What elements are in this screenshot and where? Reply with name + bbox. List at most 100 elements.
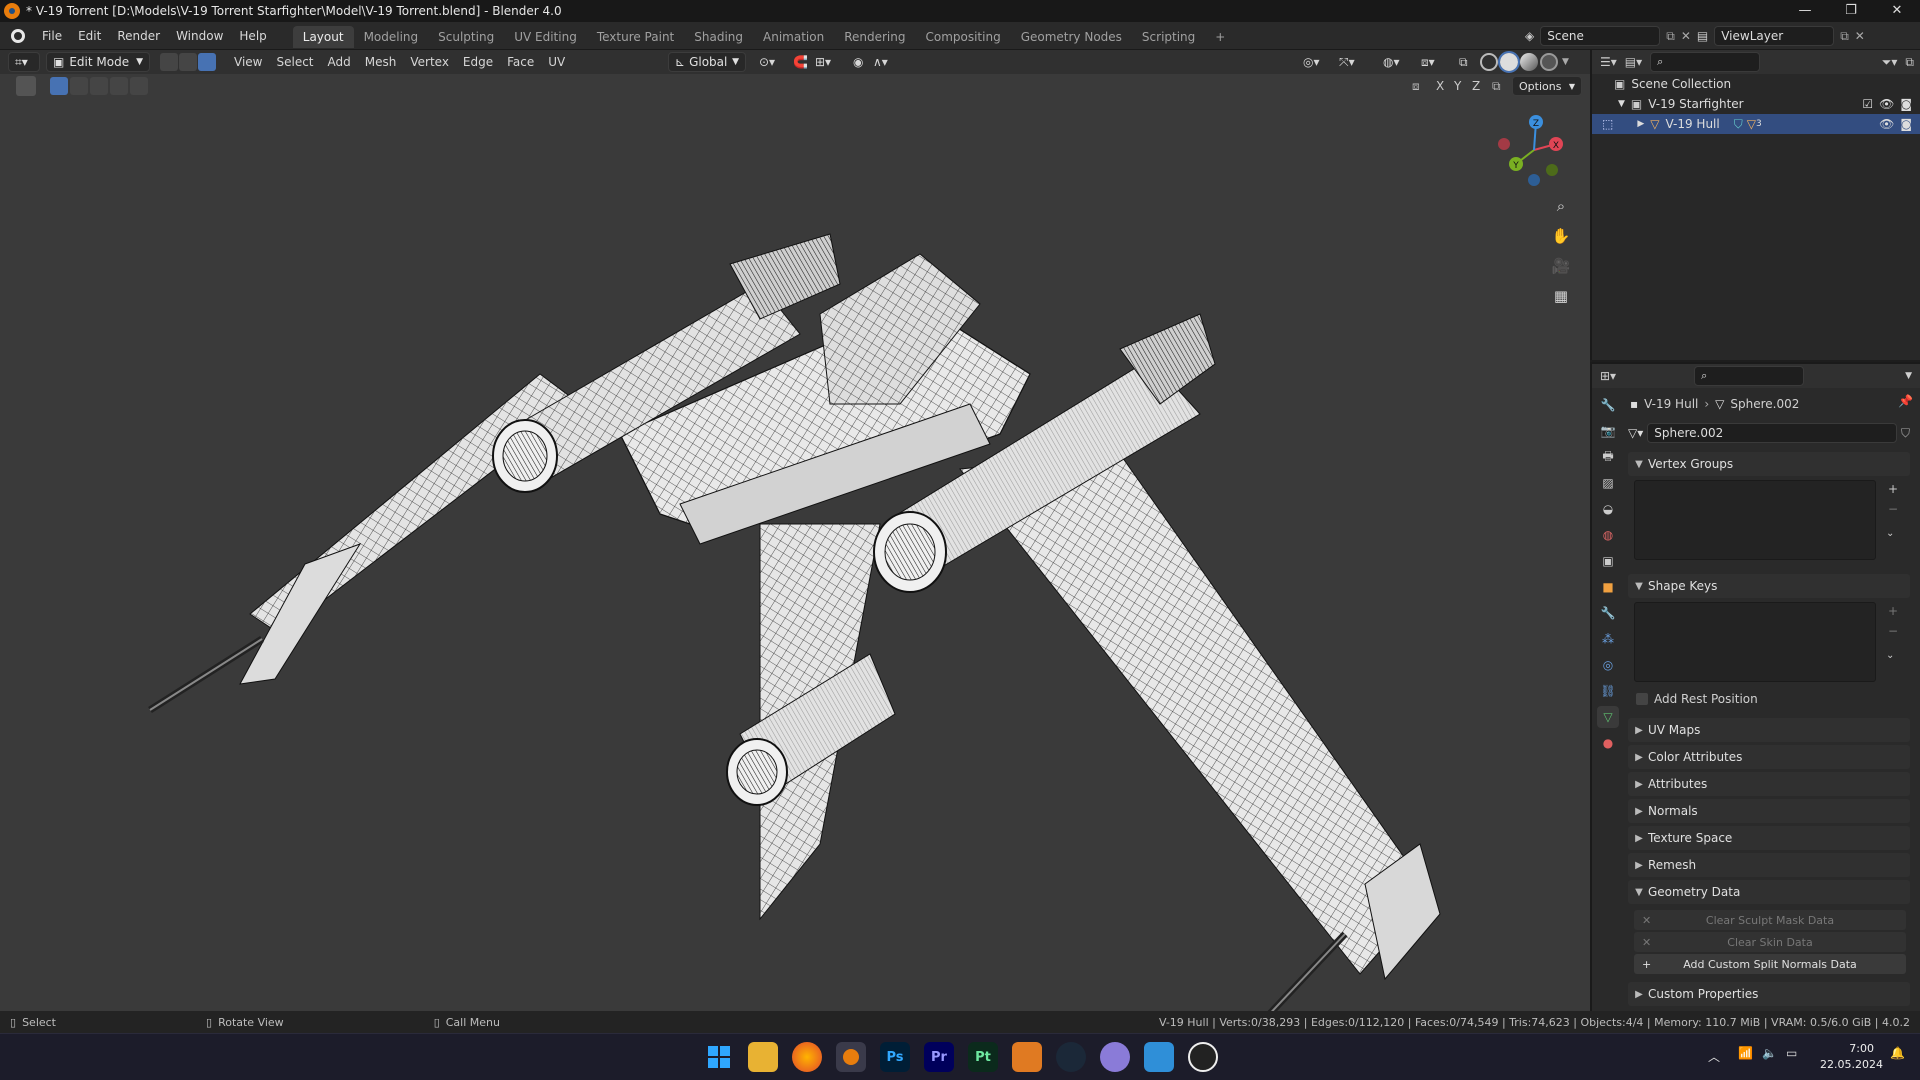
add-vertex-group-icon[interactable]: + [1888, 482, 1898, 496]
remove-shape-key-icon[interactable]: − [1888, 624, 1898, 638]
view-layer-tab-icon[interactable]: ▨ [1597, 472, 1619, 494]
menu-file[interactable]: File [34, 22, 70, 50]
photoshop-icon[interactable]: Ps [880, 1042, 910, 1072]
remove-vertex-group-icon[interactable]: − [1888, 502, 1898, 516]
normals-panel[interactable]: ▶ Normals [1628, 799, 1910, 823]
chevron-up-icon[interactable]: ︿ [1708, 1048, 1720, 1065]
viewlayer-field[interactable]: ViewLayer [1714, 26, 1835, 46]
media-player-icon[interactable] [1188, 1042, 1218, 1072]
new-collection-icon[interactable]: ⧉ [1905, 55, 1914, 70]
render-tab-icon[interactable]: 📷 [1597, 420, 1619, 442]
custom-properties-panel[interactable]: ▶ Custom Properties [1628, 982, 1910, 1006]
shape-key-menu-icon[interactable]: ⌄ [1886, 650, 1894, 661]
pan-hand-icon[interactable]: ✋ [1548, 223, 1574, 249]
uv-maps-panel[interactable]: ▶ UV Maps [1628, 718, 1910, 742]
gizmo-neg-x-icon[interactable] [1498, 138, 1510, 150]
mode-invert-icon[interactable] [110, 77, 128, 95]
mirror-y-toggle[interactable]: Y [1454, 79, 1461, 93]
eye-icon[interactable]: 👁 [1879, 97, 1894, 111]
pivot-point-icon[interactable]: ⊙▾ [752, 50, 782, 74]
firefox-icon[interactable] [792, 1042, 822, 1072]
add-workspace-button[interactable]: + [1205, 26, 1235, 48]
app-c-icon[interactable] [1100, 1042, 1130, 1072]
notification-icon[interactable]: 🔔 [1890, 1046, 1905, 1060]
visibility-icon[interactable]: ◎▾ [1296, 50, 1327, 74]
color-attributes-panel[interactable]: ▶ Color Attributes [1628, 745, 1910, 769]
material-tab-icon[interactable]: ● [1597, 732, 1619, 754]
mode-selector[interactable]: ▣ Edit Mode ▼ [46, 52, 150, 72]
volume-icon[interactable]: 🔈 [1762, 1046, 1777, 1060]
gizmo-neg-z-icon[interactable] [1528, 174, 1540, 186]
mode-intersect-icon[interactable] [130, 77, 148, 95]
xray-icon[interactable]: ⧉ [1452, 50, 1475, 74]
wifi-icon[interactable]: 📶 [1738, 1046, 1753, 1060]
tab-scripting[interactable]: Scripting [1132, 26, 1205, 48]
scene-tab-icon[interactable]: ◒ [1597, 498, 1619, 520]
snap-target-icon[interactable]: ⊞▾ [808, 50, 838, 74]
vertex-groups-list[interactable] [1634, 480, 1876, 560]
tab-compositing[interactable]: Compositing [915, 26, 1010, 48]
tab-layout[interactable]: Layout [292, 26, 354, 48]
filter-icon[interactable]: ⏷▾ [1882, 55, 1898, 70]
overlays-icon[interactable]: ◍▾ [1376, 50, 1407, 74]
remesh-panel[interactable]: ▶ Remesh [1628, 853, 1910, 877]
add-shape-key-icon[interactable]: + [1888, 604, 1898, 618]
outliner-editor-icon[interactable]: ☰▾ [1600, 55, 1617, 69]
delete-viewlayer-icon[interactable]: ✕ [1855, 29, 1865, 43]
gizmo-neg-y-icon[interactable] [1546, 164, 1558, 176]
object-row[interactable]: ⬚ ▶ ▽ V-19 Hull ⛉ ▽ 3 👁 ◙ [1592, 114, 1920, 134]
package-icon[interactable] [1012, 1042, 1042, 1072]
expand-arrow-icon[interactable]: ▶ [1637, 119, 1644, 129]
auto-merge-icon[interactable]: ⧉ [1492, 79, 1501, 94]
menu-uv[interactable]: UV [541, 50, 572, 74]
restore-icon[interactable]: ❐ [1828, 0, 1874, 22]
particles-tab-icon[interactable]: ⁂ [1597, 628, 1619, 650]
blender-taskbar-icon[interactable] [836, 1042, 866, 1072]
mode-set-icon[interactable] [50, 77, 68, 95]
outliner-search-input[interactable]: ⌕ [1650, 52, 1761, 72]
vertex-groups-panel[interactable]: ▼ Vertex Groups [1628, 452, 1910, 476]
tab-uv-editing[interactable]: UV Editing [504, 26, 587, 48]
datablock-name-field[interactable]: Sphere.002 [1647, 423, 1897, 443]
battery-icon[interactable]: ▭ [1786, 1046, 1797, 1060]
material-shading-icon[interactable] [1520, 53, 1538, 71]
menu-add[interactable]: Add [321, 50, 358, 74]
menu-face[interactable]: Face [500, 50, 541, 74]
chevron-down-icon[interactable]: ▼ [1905, 371, 1912, 381]
texture-space-panel[interactable]: ▶ Texture Space [1628, 826, 1910, 850]
output-tab-icon[interactable]: 🖶 [1597, 446, 1619, 468]
rendered-shading-icon[interactable] [1540, 53, 1558, 71]
tab-texture-paint[interactable]: Texture Paint [587, 26, 684, 48]
tool-tab-icon[interactable]: 🔧 [1597, 394, 1619, 416]
mirror-icon[interactable]: ⧈ [1412, 79, 1420, 94]
display-mode-icon[interactable]: ▤▾ [1625, 55, 1642, 69]
camera-icon[interactable]: 🎥 [1548, 253, 1574, 279]
clock[interactable]: 7:00 22.05.2024 [1820, 1041, 1883, 1073]
shape-keys-panel[interactable]: ▼ Shape Keys [1628, 574, 1910, 598]
minimize-icon[interactable]: — [1782, 0, 1828, 22]
geometry-data-panel[interactable]: ▼ Geometry Data [1628, 880, 1910, 904]
ortho-grid-icon[interactable]: ▦ [1548, 283, 1574, 309]
substance-painter-icon[interactable]: Pt [968, 1042, 998, 1072]
viewlayer-icon[interactable]: ▤ [1697, 29, 1708, 43]
tab-animation[interactable]: Animation [753, 26, 834, 48]
object-tab-icon[interactable]: ■ [1597, 576, 1619, 598]
face-select-icon[interactable] [198, 53, 216, 71]
menu-render[interactable]: Render [109, 22, 168, 50]
edit-mode-toggle-icon[interactable]: ⬚ [1602, 117, 1613, 131]
mode-subtract-icon[interactable] [90, 77, 108, 95]
constraints-tab-icon[interactable]: ⛓ [1597, 680, 1619, 702]
file-explorer-icon[interactable] [748, 1042, 778, 1072]
tab-shading[interactable]: Shading [684, 26, 753, 48]
menu-edge[interactable]: Edge [456, 50, 500, 74]
menu-window[interactable]: Window [168, 22, 231, 50]
world-tab-icon[interactable]: ◍ [1597, 524, 1619, 546]
collection-tab-icon[interactable]: ▣ [1597, 550, 1619, 572]
vertex-group-menu-icon[interactable]: ⌄ [1886, 528, 1894, 539]
properties-search-input[interactable]: ⌕ [1694, 366, 1805, 386]
gizmo-icon[interactable]: ⤧▾ [1332, 50, 1362, 74]
solid-shading-icon[interactable] [1498, 51, 1520, 73]
editor-type-button[interactable]: ⌗▾ [8, 52, 40, 72]
mesh-edit-overlays-icon[interactable]: ⧈▾ [1414, 50, 1442, 74]
clear-skin-data-button[interactable]: ✕ Clear Skin Data [1634, 932, 1906, 952]
